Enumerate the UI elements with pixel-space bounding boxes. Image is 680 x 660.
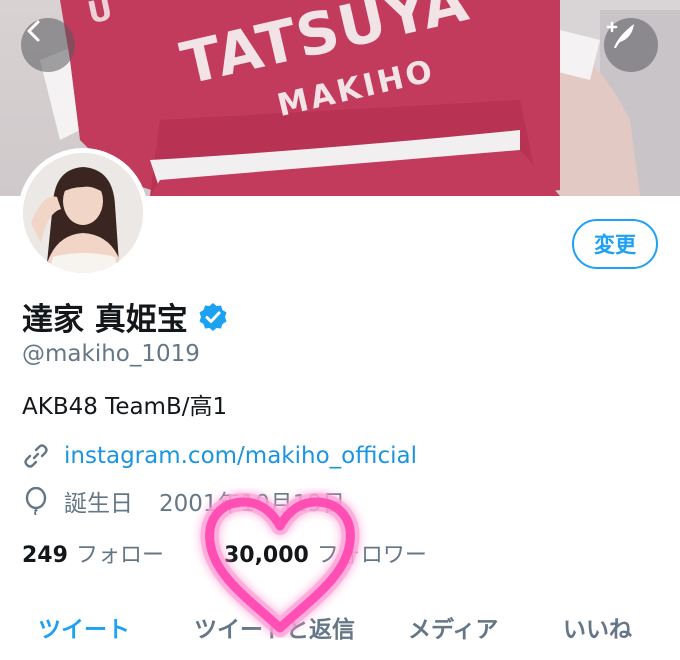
display-name-text: 達家 真姫宝 <box>22 302 188 338</box>
avatar-photo <box>23 153 143 273</box>
compose-tweet-button[interactable] <box>604 18 658 72</box>
back-button[interactable] <box>21 18 75 72</box>
profile-tabs: ツイート ツイートと返信 メディア いいね <box>0 600 680 660</box>
followers-count[interactable]: 30,000 <box>224 543 309 568</box>
profile-link[interactable]: instagram.com/makiho_official <box>64 443 417 469</box>
display-name: 達家 真姫宝 <box>22 294 228 339</box>
user-handle: @makiho_1019 <box>22 341 200 367</box>
birthday-label: 誕生日 <box>64 491 133 517</box>
bio: AKB48 TeamB/高1 <box>22 394 228 420</box>
verified-badge-icon <box>199 302 227 331</box>
following-label[interactable]: フォロー <box>76 537 164 569</box>
profile-link-row: instagram.com/makiho_official <box>22 442 417 470</box>
change-profile-button[interactable]: 変更 <box>572 219 658 269</box>
link-icon <box>24 444 48 468</box>
followers-label[interactable]: フォロワー <box>317 537 427 569</box>
follow-stats: 249 フォロー 30,000 フォロワー <box>22 537 427 569</box>
feather-plus-icon <box>606 21 634 48</box>
tab-likes[interactable]: いいね <box>563 610 632 644</box>
avatar[interactable] <box>18 148 148 278</box>
tab-tweets[interactable]: ツイート <box>38 610 130 644</box>
tab-media[interactable]: メディア <box>408 610 498 644</box>
following-count[interactable]: 249 <box>22 543 68 568</box>
tab-tweets-and-replies[interactable]: ツイートと返信 <box>194 610 355 644</box>
birthday-row: 誕生日 2001年10月19日 <box>22 484 345 518</box>
balloon-icon <box>25 487 47 515</box>
chevron-left-icon <box>27 20 40 42</box>
birthday-value: 2001年10月19日 <box>159 491 346 517</box>
